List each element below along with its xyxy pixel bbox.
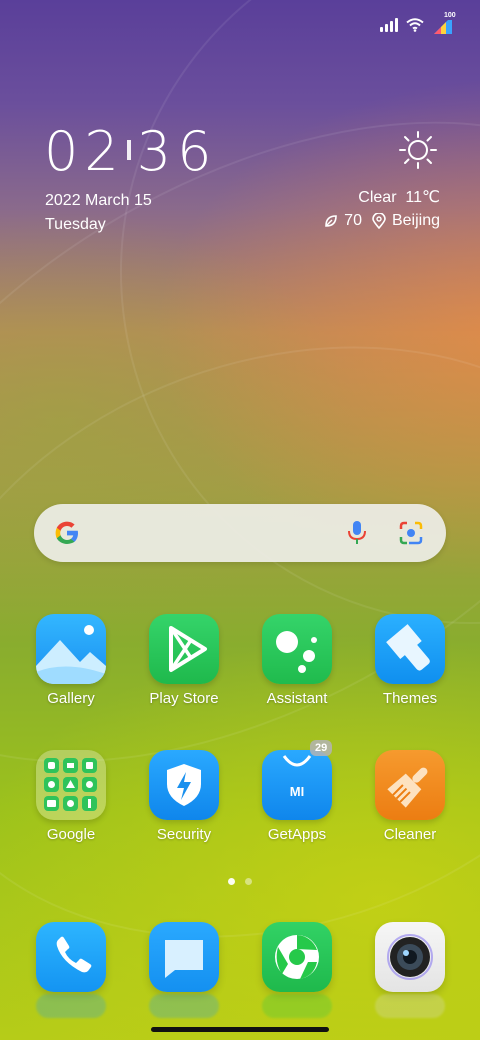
app-label: Google: [46, 826, 96, 843]
messages-icon: [149, 922, 219, 992]
battery-icon: 100: [432, 12, 456, 34]
microphone-icon[interactable]: [346, 520, 368, 546]
app-assistant[interactable]: Assistant: [247, 614, 347, 707]
app-themes[interactable]: Themes: [360, 614, 460, 707]
page-dot: [245, 878, 252, 885]
getapps-logo-text: MI: [290, 784, 304, 799]
weather-condition[interactable]: Clear 11℃: [358, 187, 440, 207]
phone-icon: [36, 922, 106, 992]
sun-icon[interactable]: [398, 130, 438, 170]
clock-hours: 02: [44, 120, 125, 183]
weather-details[interactable]: 70 Beijing: [324, 212, 440, 230]
clock-separator: [126, 140, 131, 161]
app-label: Assistant: [266, 690, 328, 707]
browser-icon: [262, 922, 332, 992]
wifi-icon: [406, 18, 424, 32]
app-label: Themes: [382, 690, 438, 707]
google-folder-icon: [36, 750, 106, 820]
camera-icon: [375, 922, 445, 992]
clock-minutes: 36: [136, 120, 218, 183]
getapps-icon: MI: [262, 750, 332, 820]
app-getapps[interactable]: MI 29 GetApps: [247, 740, 347, 843]
status-bar: 100: [380, 12, 456, 36]
weekday-line: Tuesday: [45, 216, 106, 233]
dock-browser[interactable]: [247, 922, 347, 1018]
app-label: Play Store: [149, 690, 219, 707]
app-label: GetApps: [267, 826, 327, 843]
play-store-icon: [149, 614, 219, 684]
date-line: 2022 March 15: [45, 192, 152, 209]
themes-icon: [375, 614, 445, 684]
leaf-icon: [325, 215, 337, 227]
home-indicator-bar[interactable]: [151, 1027, 329, 1032]
aqi-value: 70: [344, 212, 362, 229]
signal-icon: [380, 18, 398, 32]
app-label: Security: [156, 826, 212, 843]
app-play-store[interactable]: Play Store: [134, 614, 234, 707]
google-logo-icon: [55, 521, 78, 544]
dock-messages[interactable]: [134, 922, 234, 1018]
dock-phone[interactable]: [21, 922, 121, 1018]
app-label: Cleaner: [383, 826, 437, 843]
city-name: Beijing: [391, 212, 440, 229]
app-gallery[interactable]: Gallery: [21, 614, 121, 707]
folder-google[interactable]: Google: [21, 750, 121, 843]
weather-condition-text: Clear: [358, 189, 397, 206]
google-search-bar[interactable]: [34, 504, 446, 562]
assistant-icon: [262, 614, 332, 684]
weather-temperature: 11℃: [405, 189, 440, 206]
page-dot-active: [228, 878, 235, 885]
gallery-icon: [36, 614, 106, 684]
app-cleaner[interactable]: Cleaner: [360, 750, 460, 843]
security-icon: [149, 750, 219, 820]
dock-camera[interactable]: [360, 922, 460, 1018]
notification-badge: 29: [310, 740, 333, 756]
app-label: Gallery: [47, 690, 95, 707]
google-lens-icon[interactable]: [398, 520, 424, 546]
clock[interactable]: 02 36: [44, 120, 217, 183]
cleaner-icon: [375, 750, 445, 820]
app-security[interactable]: Security: [134, 750, 234, 843]
date-widget[interactable]: 2022 March 15 Tuesday: [45, 189, 152, 237]
page-indicator[interactable]: [228, 878, 252, 885]
location-pin-icon: [372, 213, 386, 229]
